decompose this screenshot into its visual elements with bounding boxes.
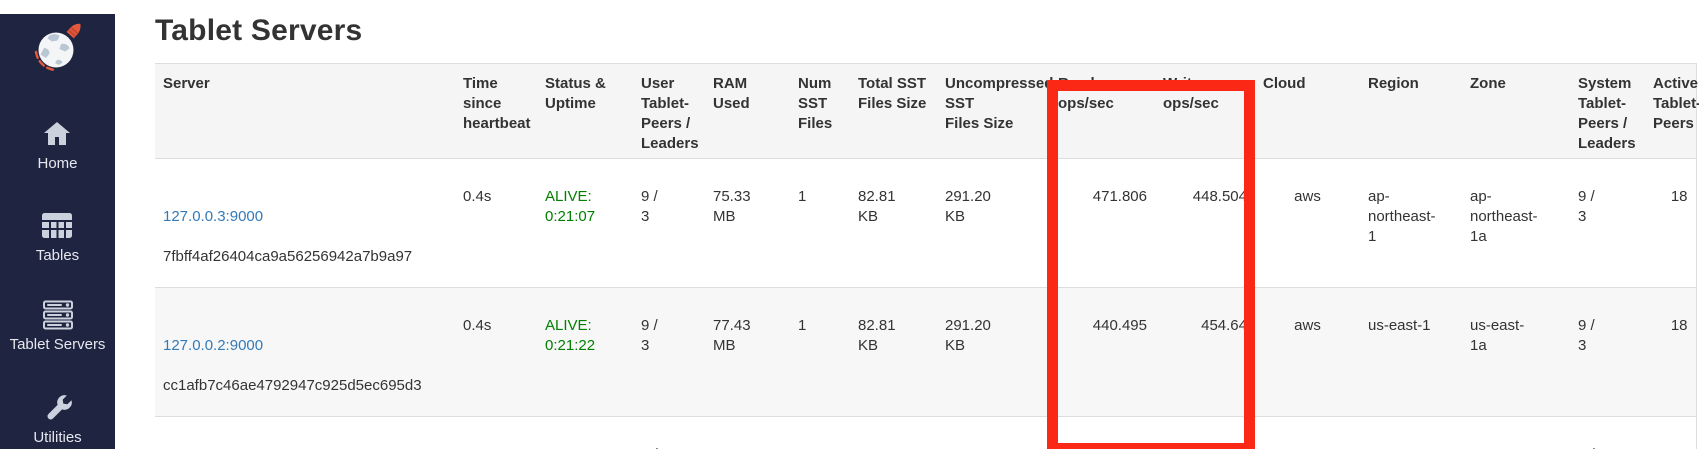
table-row: 127.0.0.2:9000 cc1afb7c46ae4792947c925d5… [155, 288, 1696, 417]
table-header-row: Server Time since heartbeat Status & Upt… [155, 64, 1696, 159]
read-ops-cell: 440.495 [1050, 288, 1155, 417]
heartbeat-cell: 0.4s [455, 288, 537, 417]
ram-used-cell: 75.33 MB [705, 159, 790, 288]
column-header-total-sst-size: Total SST Files Size [850, 64, 937, 159]
status-cell: ALIVE: 0:21:41 [537, 417, 633, 449]
tablet-servers-page: Home Tables [0, 14, 1699, 449]
status-alive-text: ALIVE: 0:21:22 [545, 317, 595, 354]
system-peers-cell: 9 / 3 [1570, 417, 1645, 449]
active-peers-cell: 18 [1645, 417, 1696, 449]
server-cell: 127.0.0.1:9000 52b6278c6f894a1fb0525f523… [155, 417, 455, 449]
sidebar-item-label: Home [37, 155, 77, 172]
active-peers-cell: 18 [1645, 288, 1696, 417]
num-sst-cell: 1 [790, 417, 850, 449]
sidebar-item-label: Tables [36, 247, 79, 264]
column-header-system-tablet-peers: System Tablet- Peers / Leaders [1570, 64, 1645, 159]
sidebar: Home Tables [0, 14, 115, 449]
column-header-status-uptime: Status & Uptime [537, 64, 633, 159]
page-title: Tablet Servers [155, 14, 1699, 48]
server-link[interactable]: 127.0.0.3:9000 [163, 208, 263, 225]
total-sst-cell: 82.81 KB [850, 159, 937, 288]
column-header-num-sst-files: Num SST Files [790, 64, 850, 159]
sidebar-item-utilities[interactable]: Utilities [33, 392, 81, 446]
num-sst-cell: 1 [790, 159, 850, 288]
write-ops-cell: 454.64 [1155, 288, 1255, 417]
column-header-write-ops: Write ops/sec [1155, 64, 1255, 159]
user-peers-cell: 9 / 3 [633, 288, 705, 417]
user-peers-cell: 9 / 3 [633, 159, 705, 288]
write-ops-cell: 459.018 [1155, 417, 1255, 449]
column-header-cloud: Cloud [1255, 64, 1360, 159]
region-cell: ap- northeast- 1 [1360, 159, 1462, 288]
yugabyte-logo[interactable] [27, 20, 89, 78]
ram-used-cell: 77.43 MB [705, 288, 790, 417]
uncompressed-sst-cell: 291.20 KB [937, 159, 1050, 288]
num-sst-cell: 1 [790, 288, 850, 417]
cloud-cell: aws [1255, 288, 1360, 417]
tables-icon [40, 210, 74, 242]
server-cell: 127.0.0.2:9000 cc1afb7c46ae4792947c925d5… [155, 288, 455, 417]
sidebar-item-home[interactable]: Home [37, 118, 77, 172]
table-row: 127.0.0.1:9000 52b6278c6f894a1fb0525f523… [155, 417, 1696, 449]
server-link[interactable]: 127.0.0.2:9000 [163, 337, 263, 354]
column-header-time-since-heartbeat: Time since heartbeat [455, 64, 537, 159]
system-peers-cell: 9 / 3 [1570, 288, 1645, 417]
column-header-read-ops: Read ops/sec [1050, 64, 1155, 159]
system-peers-cell: 9 / 3 [1570, 159, 1645, 288]
utilities-icon [41, 392, 75, 424]
ram-used-cell: 95.26 MB [705, 417, 790, 449]
read-ops-cell: 459.018 [1050, 417, 1155, 449]
sidebar-item-tablet-servers[interactable]: Tablet Servers [10, 299, 106, 353]
uncompressed-sst-cell: 291.20 KB [937, 417, 1050, 449]
column-header-active-tablet-peers: Active Tablet- Peers [1645, 64, 1696, 159]
server-uuid: 7fbff4af26404ca9a56256942a7b9a97 [163, 248, 412, 265]
sidebar-item-label: Utilities [33, 429, 81, 446]
server-cell: 127.0.0.3:9000 7fbff4af26404ca9a56256942… [155, 159, 455, 288]
home-icon [40, 118, 74, 150]
status-alive-text: ALIVE: 0:21:07 [545, 188, 595, 225]
total-sst-cell: 82.81 KB [850, 417, 937, 449]
write-ops-cell: 448.504 [1155, 159, 1255, 288]
column-header-uncompressed-sst-size: Uncompressed SST Files Size [937, 64, 1050, 159]
region-cell: us-east-1 [1360, 288, 1462, 417]
user-peers-cell: 9 / 3 [633, 417, 705, 449]
yugabyte-logo-icon [27, 20, 89, 78]
heartbeat-cell: 0.4s [455, 159, 537, 288]
column-header-ram-used: RAM Used [705, 64, 790, 159]
main-content: Tablet Servers Server Time since heartbe… [115, 14, 1699, 449]
server-uuid: cc1afb7c46ae4792947c925d5ec695d3 [163, 377, 422, 394]
sidebar-item-tables[interactable]: Tables [36, 210, 79, 264]
zone-cell: us-west- 2a [1462, 417, 1570, 449]
sidebar-item-label: Tablet Servers [10, 336, 106, 353]
cloud-cell: aws [1255, 159, 1360, 288]
status-cell: ALIVE: 0:21:22 [537, 288, 633, 417]
column-header-user-tablet-peers: User Tablet- Peers / Leaders [633, 64, 705, 159]
active-peers-cell: 18 [1645, 159, 1696, 288]
table-row: 127.0.0.3:9000 7fbff4af26404ca9a56256942… [155, 159, 1696, 288]
tablet-servers-icon [41, 299, 75, 331]
column-header-server: Server [155, 64, 455, 159]
heartbeat-cell: 0.4s [455, 417, 537, 449]
cloud-cell: aws [1255, 417, 1360, 449]
zone-cell: ap- northeast- 1a [1462, 159, 1570, 288]
status-cell: ALIVE: 0:21:07 [537, 159, 633, 288]
column-header-region: Region [1360, 64, 1462, 159]
total-sst-cell: 82.81 KB [850, 288, 937, 417]
tablet-servers-table: Server Time since heartbeat Status & Upt… [155, 63, 1697, 449]
uncompressed-sst-cell: 291.20 KB [937, 288, 1050, 417]
region-cell: us-west-2 [1360, 417, 1462, 449]
column-header-zone: Zone [1462, 64, 1570, 159]
read-ops-cell: 471.806 [1050, 159, 1155, 288]
zone-cell: us-east- 1a [1462, 288, 1570, 417]
